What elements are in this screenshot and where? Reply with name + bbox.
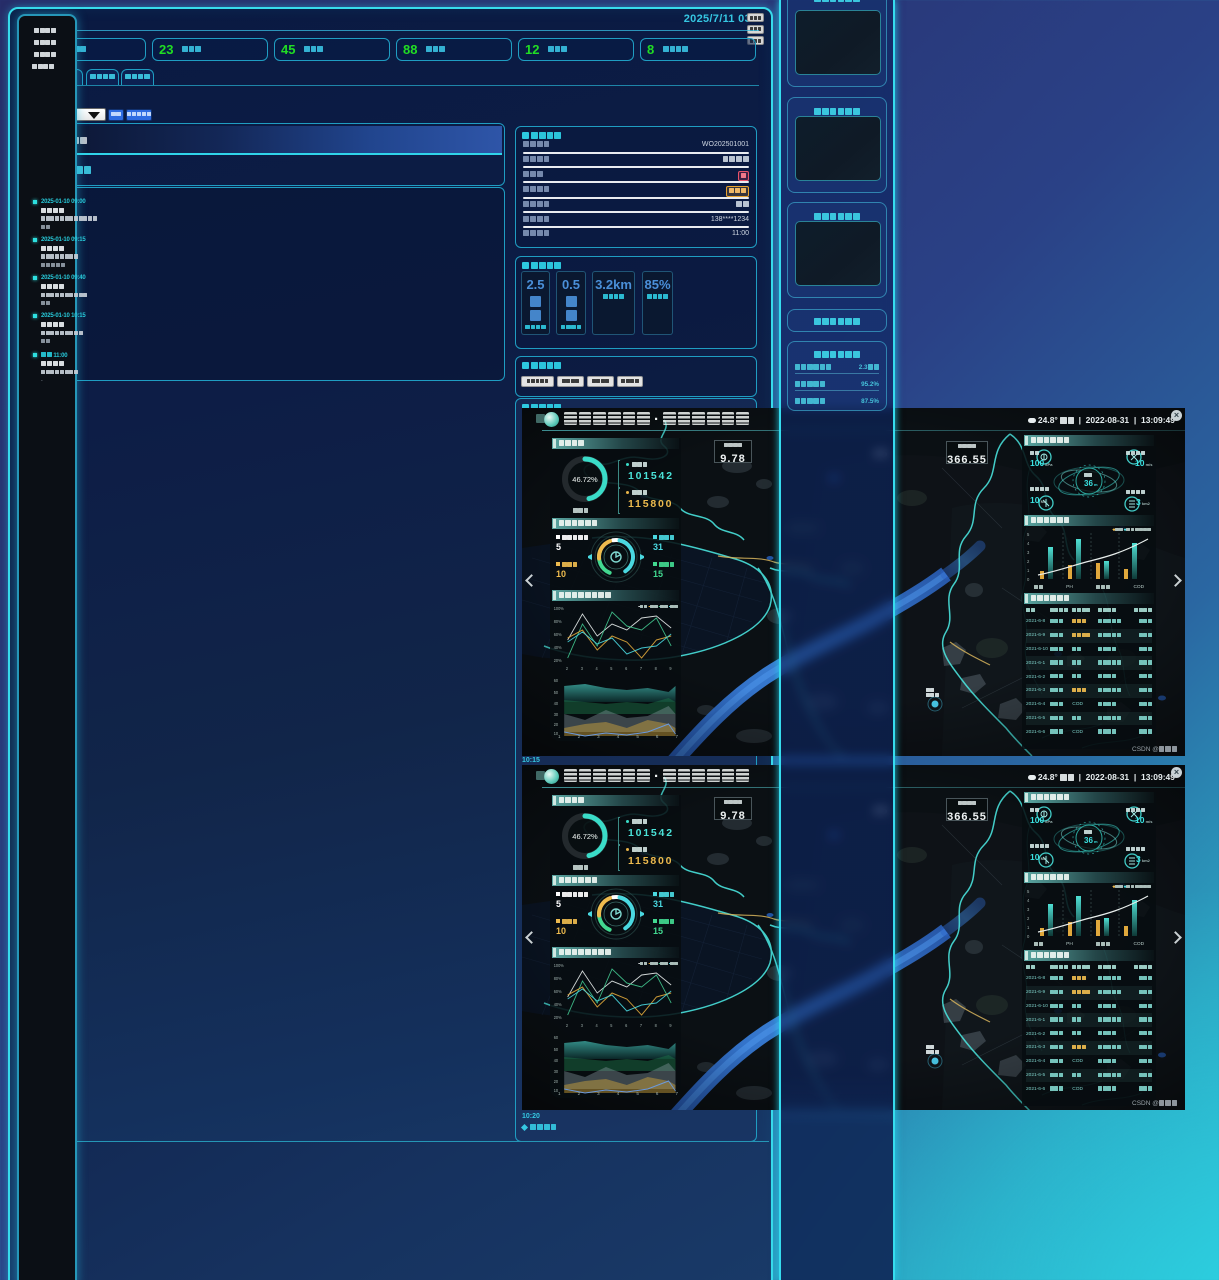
svg-text:9: 9 (669, 1023, 672, 1028)
svg-text:0: 0 (1027, 934, 1030, 939)
svg-text:46.72%: 46.72% (572, 832, 598, 841)
svg-text:5: 5 (1027, 532, 1030, 537)
svg-text:4: 4 (1027, 541, 1030, 546)
svg-text:40%: 40% (554, 645, 562, 650)
svg-text:40: 40 (554, 701, 559, 706)
svg-text:60%: 60% (554, 989, 562, 994)
svg-text:2: 2 (566, 666, 569, 671)
svg-text:7: 7 (640, 666, 643, 671)
svg-text:5: 5 (610, 1023, 613, 1028)
svg-text:4: 4 (595, 1023, 598, 1028)
svg-text:40%: 40% (554, 1002, 562, 1007)
svg-text:5: 5 (1027, 889, 1030, 894)
svg-text:100%: 100% (554, 606, 564, 611)
svg-text:2: 2 (1027, 916, 1030, 921)
svg-text:6: 6 (625, 666, 628, 671)
svg-text:50: 50 (554, 690, 559, 695)
svg-text:5: 5 (610, 666, 613, 671)
svg-text:7: 7 (640, 1023, 643, 1028)
svg-text:100%: 100% (554, 963, 564, 968)
svg-text:40: 40 (554, 1058, 559, 1063)
svg-text:0: 0 (1027, 577, 1030, 582)
svg-text:3: 3 (581, 666, 584, 671)
svg-text:9: 9 (669, 666, 672, 671)
svg-text:20%: 20% (554, 1015, 562, 1020)
svg-text:8: 8 (655, 666, 658, 671)
svg-text:20%: 20% (554, 658, 562, 663)
svg-text:6: 6 (625, 1023, 628, 1028)
svg-text:60%: 60% (554, 632, 562, 637)
svg-text:1: 1 (1027, 568, 1030, 573)
svg-text:1: 1 (1027, 925, 1030, 930)
svg-text:30: 30 (554, 712, 559, 717)
svg-text:3: 3 (581, 1023, 584, 1028)
svg-text:3: 3 (1027, 550, 1030, 555)
svg-text:20: 20 (554, 722, 559, 727)
svg-text:60: 60 (554, 1035, 559, 1040)
svg-text:3: 3 (1027, 907, 1030, 912)
svg-text:80%: 80% (554, 976, 562, 981)
svg-text:60: 60 (554, 678, 559, 683)
svg-text:46.72%: 46.72% (572, 475, 598, 484)
svg-text:4: 4 (595, 666, 598, 671)
svg-text:30: 30 (554, 1069, 559, 1074)
svg-text:8: 8 (655, 1023, 658, 1028)
svg-text:50: 50 (554, 1047, 559, 1052)
svg-text:20: 20 (554, 1079, 559, 1084)
svg-text:4: 4 (1027, 898, 1030, 903)
svg-text:80%: 80% (554, 619, 562, 624)
svg-text:2: 2 (566, 1023, 569, 1028)
svg-text:2: 2 (1027, 559, 1030, 564)
